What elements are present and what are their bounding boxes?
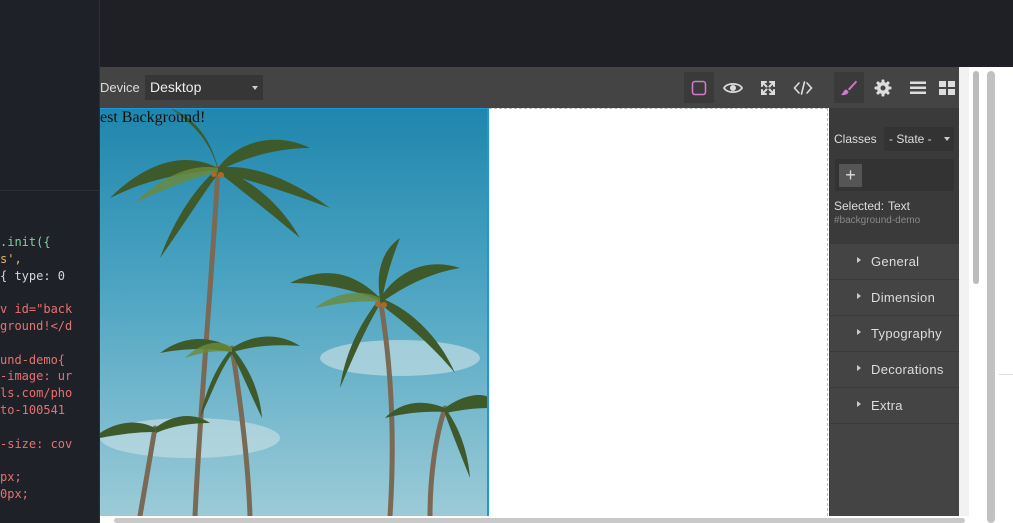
panel-tabs: [829, 67, 959, 108]
top-right-area: [998, 0, 1013, 67]
preview-button[interactable]: [718, 72, 748, 103]
style-manager-brush-icon: [841, 80, 857, 95]
code-editor-panel: .init({ s', { type: 0 v id="back ground!</d u…: [0, 0, 100, 523]
preview-eye-icon: [723, 82, 743, 93]
canvas-empty-area[interactable]: [489, 108, 828, 516]
code-line: px;: [0, 470, 22, 485]
selected-label: Selected:: [834, 199, 885, 213]
selected-id: #background-demo: [834, 215, 921, 226]
fullscreen-icon: [761, 80, 775, 95]
divider: [999, 374, 1013, 375]
code-line: 0px;: [0, 487, 29, 501]
sw-visibility-button[interactable]: [684, 72, 714, 103]
classes-label: Classes: [834, 132, 877, 146]
blocks-tab[interactable]: [938, 72, 959, 103]
selected-value: Text: [888, 199, 911, 213]
state-select[interactable]: - State -: [884, 127, 954, 151]
code-line: s',: [0, 251, 22, 266]
settings-tab[interactable]: [868, 72, 898, 103]
editor-frame: Device Desktop est Background! Classes -…: [100, 67, 999, 523]
code-line: -image: ur: [0, 369, 73, 384]
export-code-button[interactable]: [788, 72, 818, 103]
sector-general[interactable]: General: [830, 244, 959, 280]
device-select-value: Desktop: [150, 79, 202, 95]
background-demo-element[interactable]: est Background!: [100, 108, 489, 516]
caret-right-icon: [857, 257, 861, 263]
caret-right-icon: [857, 293, 861, 299]
style-manager-panel: Classes - State - + Selected: Text #back…: [829, 108, 959, 516]
code-line: -size: cov: [0, 436, 73, 451]
panel-divider: [0, 190, 99, 191]
layer-manager-tab[interactable]: [903, 72, 933, 103]
code-line: ls.com/pho: [0, 386, 73, 401]
code-line: .init({: [0, 235, 51, 249]
layer-manager-icon: [910, 81, 926, 94]
sector-extra[interactable]: Extra: [830, 388, 959, 424]
sector-label: General: [871, 254, 920, 269]
sector-dimension[interactable]: Dimension: [830, 280, 959, 316]
sector-label: Dimension: [871, 290, 936, 305]
device-select[interactable]: Desktop: [145, 75, 263, 100]
settings-gear-icon: [874, 79, 892, 96]
code-line: { type: 0: [0, 268, 66, 283]
export-code-icon: [793, 80, 813, 95]
caret-right-icon: [857, 329, 861, 335]
code-line: v id="back: [0, 302, 73, 317]
chevron-down-icon: [252, 86, 258, 90]
palm-trees-image: [100, 108, 489, 516]
blocks-grid-icon: [939, 80, 955, 95]
add-class-button[interactable]: +: [839, 164, 862, 187]
horizontal-scrollbar-thumb[interactable]: [114, 518, 965, 523]
panel-scrollbar-thumb[interactable]: [973, 71, 979, 284]
sw-visibility-icon: [691, 80, 707, 95]
page-scrollbar-thumb[interactable]: [987, 71, 995, 523]
code-line: ground!</d: [0, 319, 73, 333]
sector-decorations[interactable]: Decorations: [830, 352, 959, 388]
code-line: to-100541: [0, 403, 66, 417]
state-select-value: - State -: [889, 132, 932, 146]
chevron-down-icon: [944, 137, 950, 141]
selector-manager: Classes - State - + Selected: Text #back…: [830, 108, 959, 244]
top-area: [100, 0, 998, 67]
panel-scrollbar-track[interactable]: [959, 67, 969, 516]
device-label: Device: [100, 80, 140, 95]
canvas[interactable]: est Background!: [100, 108, 829, 516]
sector-label: Extra: [871, 398, 903, 413]
caret-right-icon: [857, 365, 861, 371]
code-line: und-demo{: [0, 352, 66, 367]
outer-right-strip: [999, 67, 1013, 523]
sector-typography[interactable]: Typography: [830, 316, 959, 352]
fullscreen-button[interactable]: [753, 72, 783, 103]
style-manager-tab[interactable]: [834, 72, 864, 103]
sector-label: Typography: [871, 326, 942, 341]
caret-right-icon: [857, 401, 861, 407]
classes-tags-field[interactable]: +: [835, 159, 954, 191]
sector-label: Decorations: [871, 362, 944, 377]
background-demo-text[interactable]: est Background!: [100, 109, 205, 127]
